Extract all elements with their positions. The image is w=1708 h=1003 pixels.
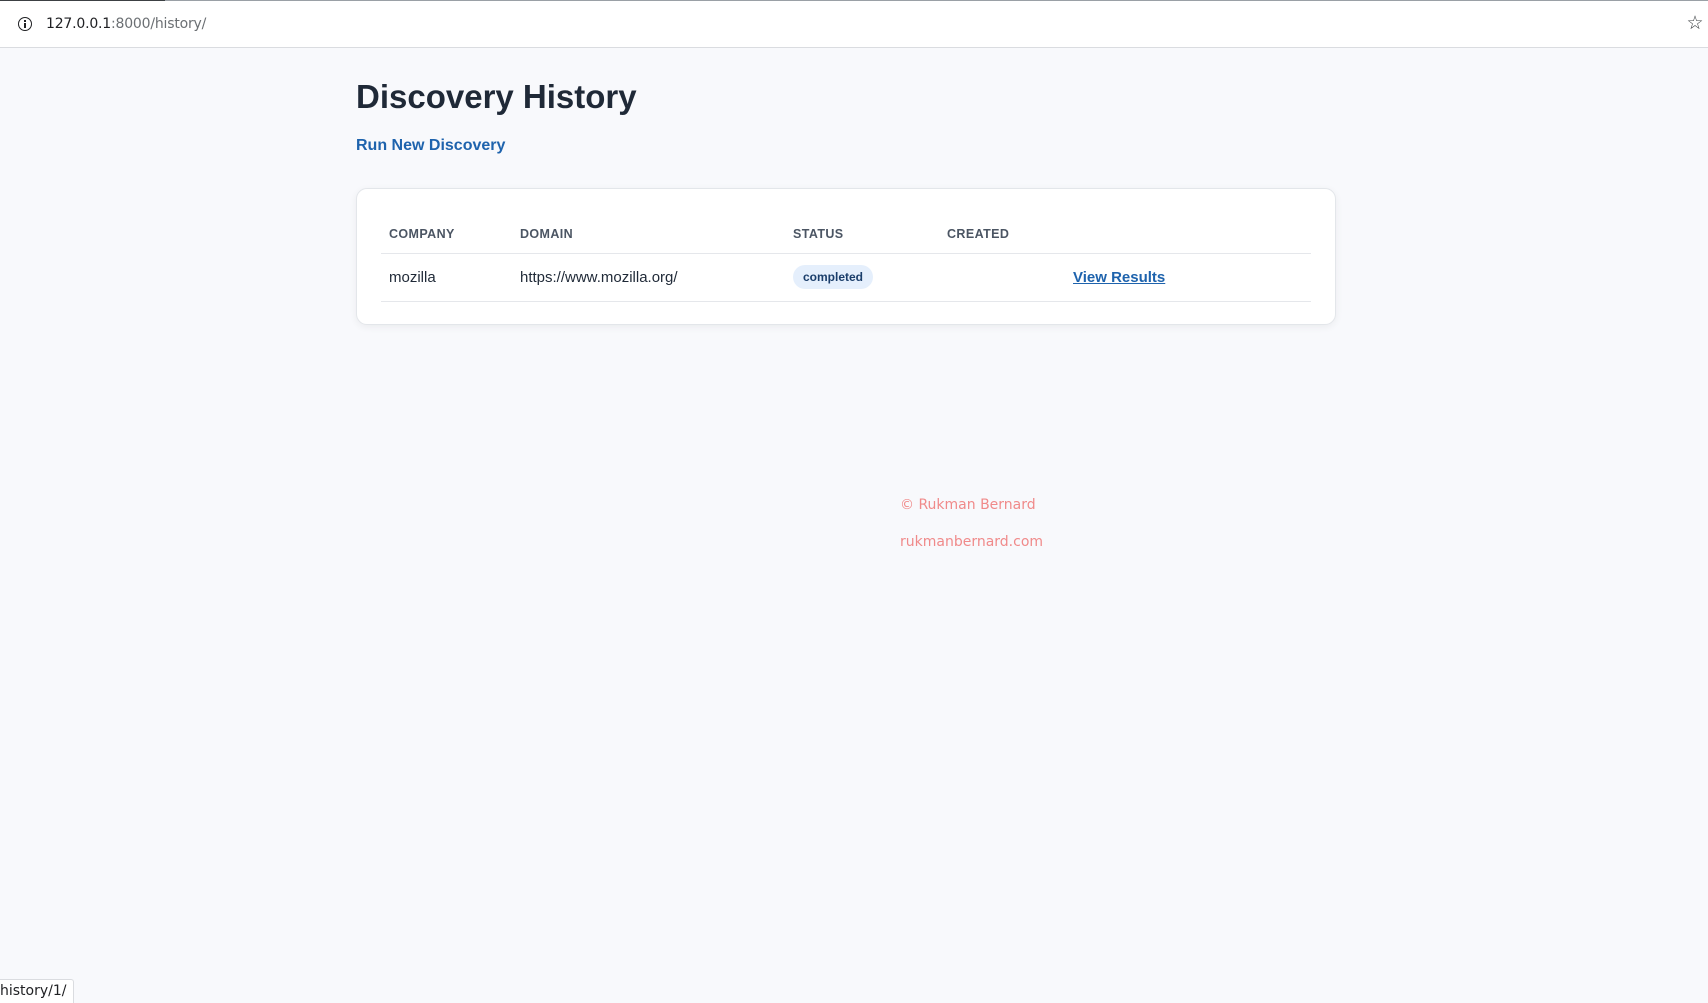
url-host: 127.0.0.1 <box>46 16 111 32</box>
page-title: Discovery History <box>356 78 637 115</box>
cell-created <box>939 253 1065 302</box>
info-circle-icon[interactable] <box>18 17 32 31</box>
cell-company: mozilla <box>381 253 512 302</box>
footer-website-link[interactable]: rukmanbernard.com <box>900 534 1043 571</box>
url-path: :8000/history/ <box>111 16 207 32</box>
history-table: COMPANY DOMAIN STATUS CREATED mozilla ht… <box>381 215 1311 302</box>
column-header-actions <box>1065 215 1311 254</box>
column-header-status: STATUS <box>785 215 939 254</box>
footer: © Rukman Bernard rukmanbernard.com <box>900 497 1043 571</box>
status-badge: completed <box>793 265 874 289</box>
footer-copyright: © Rukman Bernard <box>900 497 1036 513</box>
url-field[interactable]: 127.0.0.1:8000/history/ <box>8 9 1690 39</box>
view-results-link[interactable]: View Results <box>1073 269 1165 286</box>
table-row: mozilla https://www.mozilla.org/ complet… <box>381 253 1311 302</box>
table-header-row: COMPANY DOMAIN STATUS CREATED <box>381 215 1311 254</box>
url-text[interactable]: 127.0.0.1:8000/history/ <box>46 16 206 32</box>
column-header-company: COMPANY <box>381 215 512 254</box>
column-header-domain: DOMAIN <box>512 215 785 254</box>
column-header-created: CREATED <box>939 215 1065 254</box>
cell-status: completed <box>785 253 939 302</box>
cell-domain: https://www.mozilla.org/ <box>512 253 785 302</box>
run-new-discovery-link[interactable]: Run New Discovery <box>356 137 505 155</box>
cell-action: View Results <box>1065 253 1311 302</box>
bookmark-star-icon[interactable]: ☆ <box>1684 12 1706 34</box>
history-card: COMPANY DOMAIN STATUS CREATED mozilla ht… <box>356 188 1336 325</box>
browser-address-bar[interactable]: 127.0.0.1:8000/history/ ☆ <box>0 1 1708 48</box>
browser-status-bar: history/1/ <box>0 979 74 1003</box>
status-url: history/1/ <box>0 983 67 999</box>
